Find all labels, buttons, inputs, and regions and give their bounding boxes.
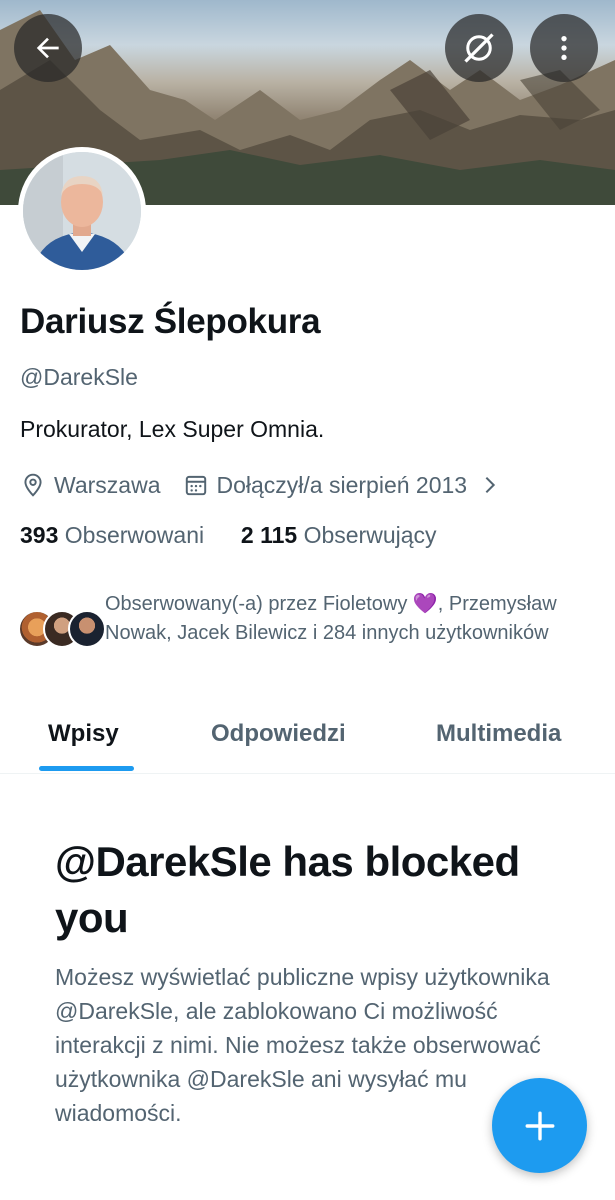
- tab-replies[interactable]: Odpowiedzi: [211, 720, 346, 748]
- location-pin-icon: [20, 472, 46, 498]
- compose-button[interactable]: [492, 1078, 587, 1173]
- profile-joined-date: Dołączył/a sierpień 2013: [216, 471, 468, 498]
- profile-tabs: Wpisy Odpowiedzi Multimedia: [0, 700, 615, 774]
- followed-by[interactable]: Obserwowany(-a) przez Fioletowy 💜, Przem…: [18, 588, 598, 680]
- grok-icon: [464, 33, 494, 63]
- chevron-right-icon[interactable]: [479, 474, 501, 496]
- follow-counts: 393 Obserwowani 2 115 Obserwujący: [20, 522, 437, 549]
- following-link[interactable]: 393 Obserwowani: [20, 522, 204, 548]
- followed-by-text: Obserwowany(-a) przez Fioletowy 💜, Przem…: [105, 593, 557, 644]
- avatar[interactable]: [18, 147, 146, 275]
- grok-button[interactable]: [445, 14, 513, 82]
- followers-label: Obserwujący: [303, 522, 437, 548]
- profile-handle: @DarekSle: [20, 364, 138, 390]
- more-vertical-icon: [561, 36, 567, 60]
- following-label: Obserwowani: [64, 522, 205, 548]
- tab-posts[interactable]: Wpisy: [48, 720, 119, 748]
- more-options-button[interactable]: [530, 14, 598, 82]
- profile-name: Dariusz Ślepokura: [20, 302, 321, 341]
- profile-photo: [23, 152, 141, 270]
- active-tab-indicator: [39, 766, 134, 771]
- arrow-left-icon: [36, 37, 59, 59]
- profile-meta: Warszawa Dołączył/a sierpień 2013: [20, 469, 501, 501]
- follower-avatar: [68, 610, 106, 648]
- back-button[interactable]: [14, 14, 82, 82]
- calendar-icon: [183, 472, 209, 498]
- following-count: 393: [20, 522, 59, 548]
- blocked-title: @DarekSle has blocked you: [55, 838, 520, 941]
- tab-media[interactable]: Multimedia: [436, 720, 561, 748]
- followers-link[interactable]: 2 115 Obserwujący: [241, 522, 437, 548]
- followers-count: 2 115: [240, 522, 298, 548]
- profile-location: Warszawa: [54, 471, 161, 498]
- plus-icon: [525, 1111, 554, 1140]
- profile-bio: Prokurator, Lex Super Omnia.: [20, 416, 325, 442]
